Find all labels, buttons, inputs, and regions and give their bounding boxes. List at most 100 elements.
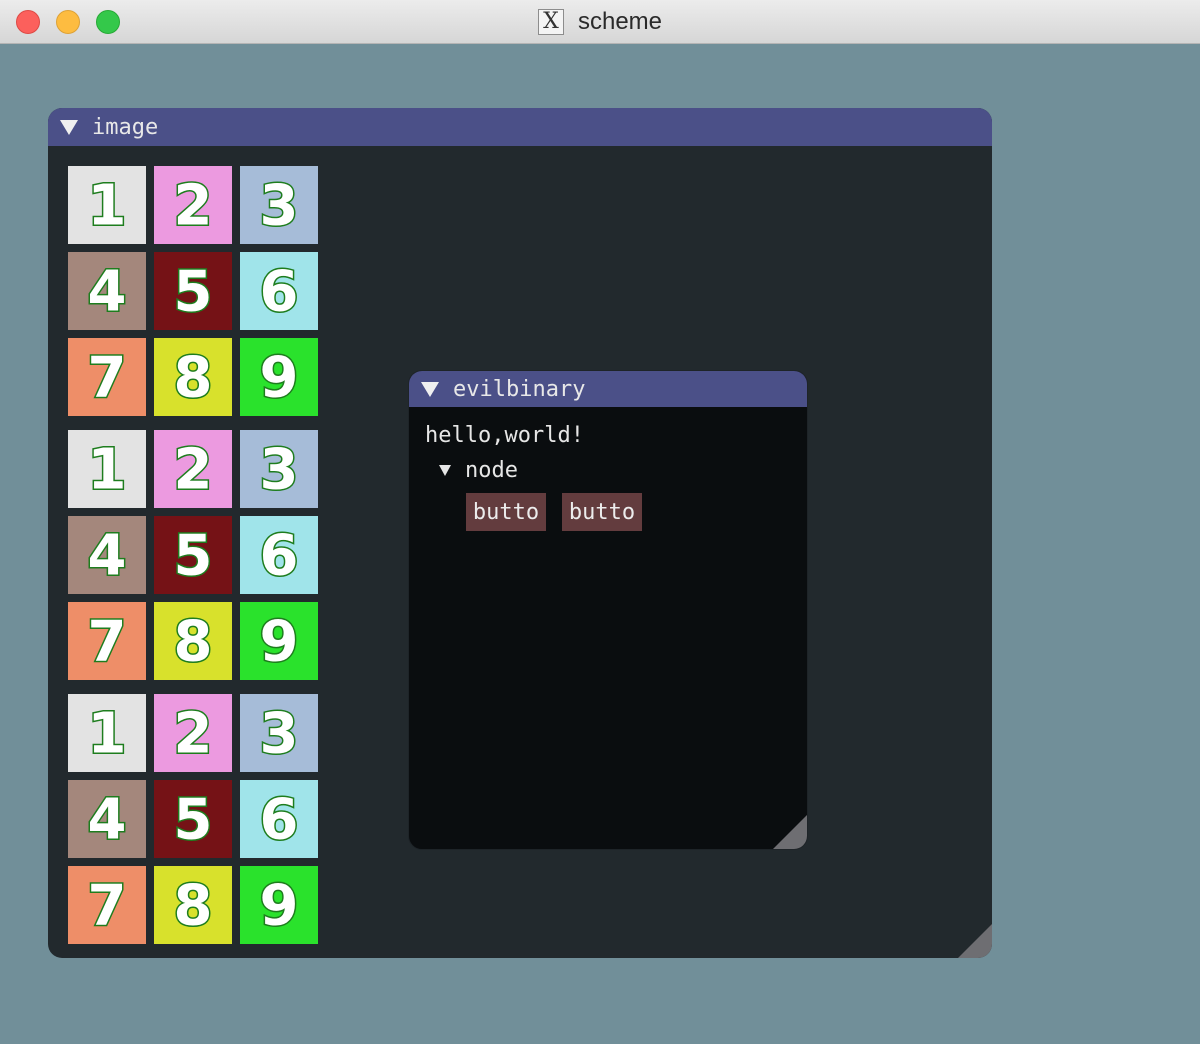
digit-glyph: 7 xyxy=(86,872,128,940)
number-tile-4: 4 xyxy=(68,780,146,858)
tree-node-node[interactable]: node xyxy=(439,453,791,487)
number-tile-2: 2 xyxy=(154,694,232,772)
digit-glyph: 8 xyxy=(172,872,214,940)
number-tile-9: 9 xyxy=(240,866,318,944)
number-tile-5: 5 xyxy=(154,516,232,594)
digit-glyph: 6 xyxy=(258,522,300,590)
tile-label: 5 xyxy=(174,524,213,589)
number-tile-4: 4 xyxy=(68,252,146,330)
hello-text: hello,world! xyxy=(425,423,584,448)
tile-label: 4 xyxy=(88,524,127,589)
image-window-title: image xyxy=(92,114,159,140)
evilbinary-body: hello,world! node butto butto xyxy=(409,407,807,543)
digit-glyph: 3 xyxy=(258,700,300,768)
tile-label: 6 xyxy=(260,260,299,325)
tile-label: 8 xyxy=(174,346,213,411)
title-bar: X scheme xyxy=(0,0,1200,44)
number-tile-7: 7 xyxy=(68,602,146,680)
digit-glyph: 4 xyxy=(86,258,128,326)
number-tile-7: 7 xyxy=(68,338,146,416)
x11-app-icon: X xyxy=(537,9,564,35)
evilbinary-window-title: evilbinary xyxy=(453,376,586,402)
number-tile-3: 3 xyxy=(240,694,318,772)
digit-glyph: 7 xyxy=(86,608,128,676)
tile-label: 7 xyxy=(88,346,127,411)
number-tile-3: 3 xyxy=(240,430,318,508)
butto-button-1[interactable]: butto xyxy=(466,493,546,531)
digit-glyph: 1 xyxy=(86,700,128,768)
tile-label: 9 xyxy=(260,610,299,675)
tile-label: 4 xyxy=(88,260,127,325)
tile-label: 5 xyxy=(174,788,213,853)
button-row: butto butto xyxy=(466,493,791,531)
tile-label: 2 xyxy=(174,174,213,239)
digit-glyph: 8 xyxy=(172,344,214,412)
number-tile-6: 6 xyxy=(240,780,318,858)
tile-label: 3 xyxy=(260,702,299,767)
digit-glyph: 1 xyxy=(86,172,128,240)
tile-label: 3 xyxy=(260,438,299,503)
number-tile-2: 2 xyxy=(154,166,232,244)
tree-expand-arrow-icon[interactable] xyxy=(439,464,451,476)
number-tile-1: 1 xyxy=(68,166,146,244)
number-tile-9: 9 xyxy=(240,338,318,416)
number-tile-4: 4 xyxy=(68,516,146,594)
number-tile-9: 9 xyxy=(240,602,318,680)
tile-label: 7 xyxy=(88,610,127,675)
digit-glyph: 9 xyxy=(258,608,300,676)
tile-label: 8 xyxy=(174,610,213,675)
digit-glyph: 5 xyxy=(172,258,214,326)
number-tile-6: 6 xyxy=(240,252,318,330)
image-window-header[interactable]: image xyxy=(48,108,992,146)
number-tile-1: 1 xyxy=(68,430,146,508)
tile-label: 1 xyxy=(88,702,127,767)
number-tile-5: 5 xyxy=(154,252,232,330)
digit-glyph: 7 xyxy=(86,344,128,412)
collapse-arrow-icon[interactable] xyxy=(60,119,78,135)
number-tile-6: 6 xyxy=(240,516,318,594)
digit-glyph: 1 xyxy=(86,436,128,504)
tile-label: 1 xyxy=(88,438,127,503)
digit-glyph: 9 xyxy=(258,872,300,940)
digit-glyph: 5 xyxy=(172,522,214,590)
butto-button-2[interactable]: butto xyxy=(562,493,642,531)
tile-label: 8 xyxy=(174,874,213,939)
resize-grip[interactable] xyxy=(958,924,992,958)
image-grid-1: 123 456 789 xyxy=(68,166,318,416)
resize-grip[interactable] xyxy=(773,815,807,849)
number-tile-2: 2 xyxy=(154,430,232,508)
number-tile-5: 5 xyxy=(154,780,232,858)
collapse-arrow-icon[interactable] xyxy=(421,381,439,397)
number-tile-1: 1 xyxy=(68,694,146,772)
tree-node-label: node xyxy=(465,457,518,483)
digit-glyph: 3 xyxy=(258,172,300,240)
tile-label: 7 xyxy=(88,874,127,939)
digit-glyph: 3 xyxy=(258,436,300,504)
digit-glyph: 2 xyxy=(172,436,214,504)
digit-glyph: 2 xyxy=(172,172,214,240)
image-grid-2: 123 456 789 xyxy=(68,430,318,680)
tile-label: 6 xyxy=(260,524,299,589)
tile-label: 9 xyxy=(260,346,299,411)
digit-glyph: 4 xyxy=(86,786,128,854)
tile-label: 4 xyxy=(88,788,127,853)
window-title: scheme xyxy=(577,8,663,35)
digit-glyph: 9 xyxy=(258,344,300,412)
tile-label: 2 xyxy=(174,438,213,503)
tile-label: 3 xyxy=(260,174,299,239)
tile-label: 5 xyxy=(174,260,213,325)
digit-glyph: 5 xyxy=(172,786,214,854)
tile-label: 2 xyxy=(174,702,213,767)
tile-label: 1 xyxy=(88,174,127,239)
evilbinary-window[interactable]: evilbinary hello,world! node butto butto xyxy=(408,370,808,850)
number-tile-7: 7 xyxy=(68,866,146,944)
number-tile-8: 8 xyxy=(154,866,232,944)
digit-glyph: 2 xyxy=(172,700,214,768)
number-tile-8: 8 xyxy=(154,602,232,680)
window-title-group: X scheme xyxy=(0,0,1200,44)
tile-label: 9 xyxy=(260,874,299,939)
digit-glyph: 6 xyxy=(258,258,300,326)
image-grid-3: 123 456 789 xyxy=(68,694,318,944)
number-tile-8: 8 xyxy=(154,338,232,416)
evilbinary-window-header[interactable]: evilbinary xyxy=(409,371,807,407)
